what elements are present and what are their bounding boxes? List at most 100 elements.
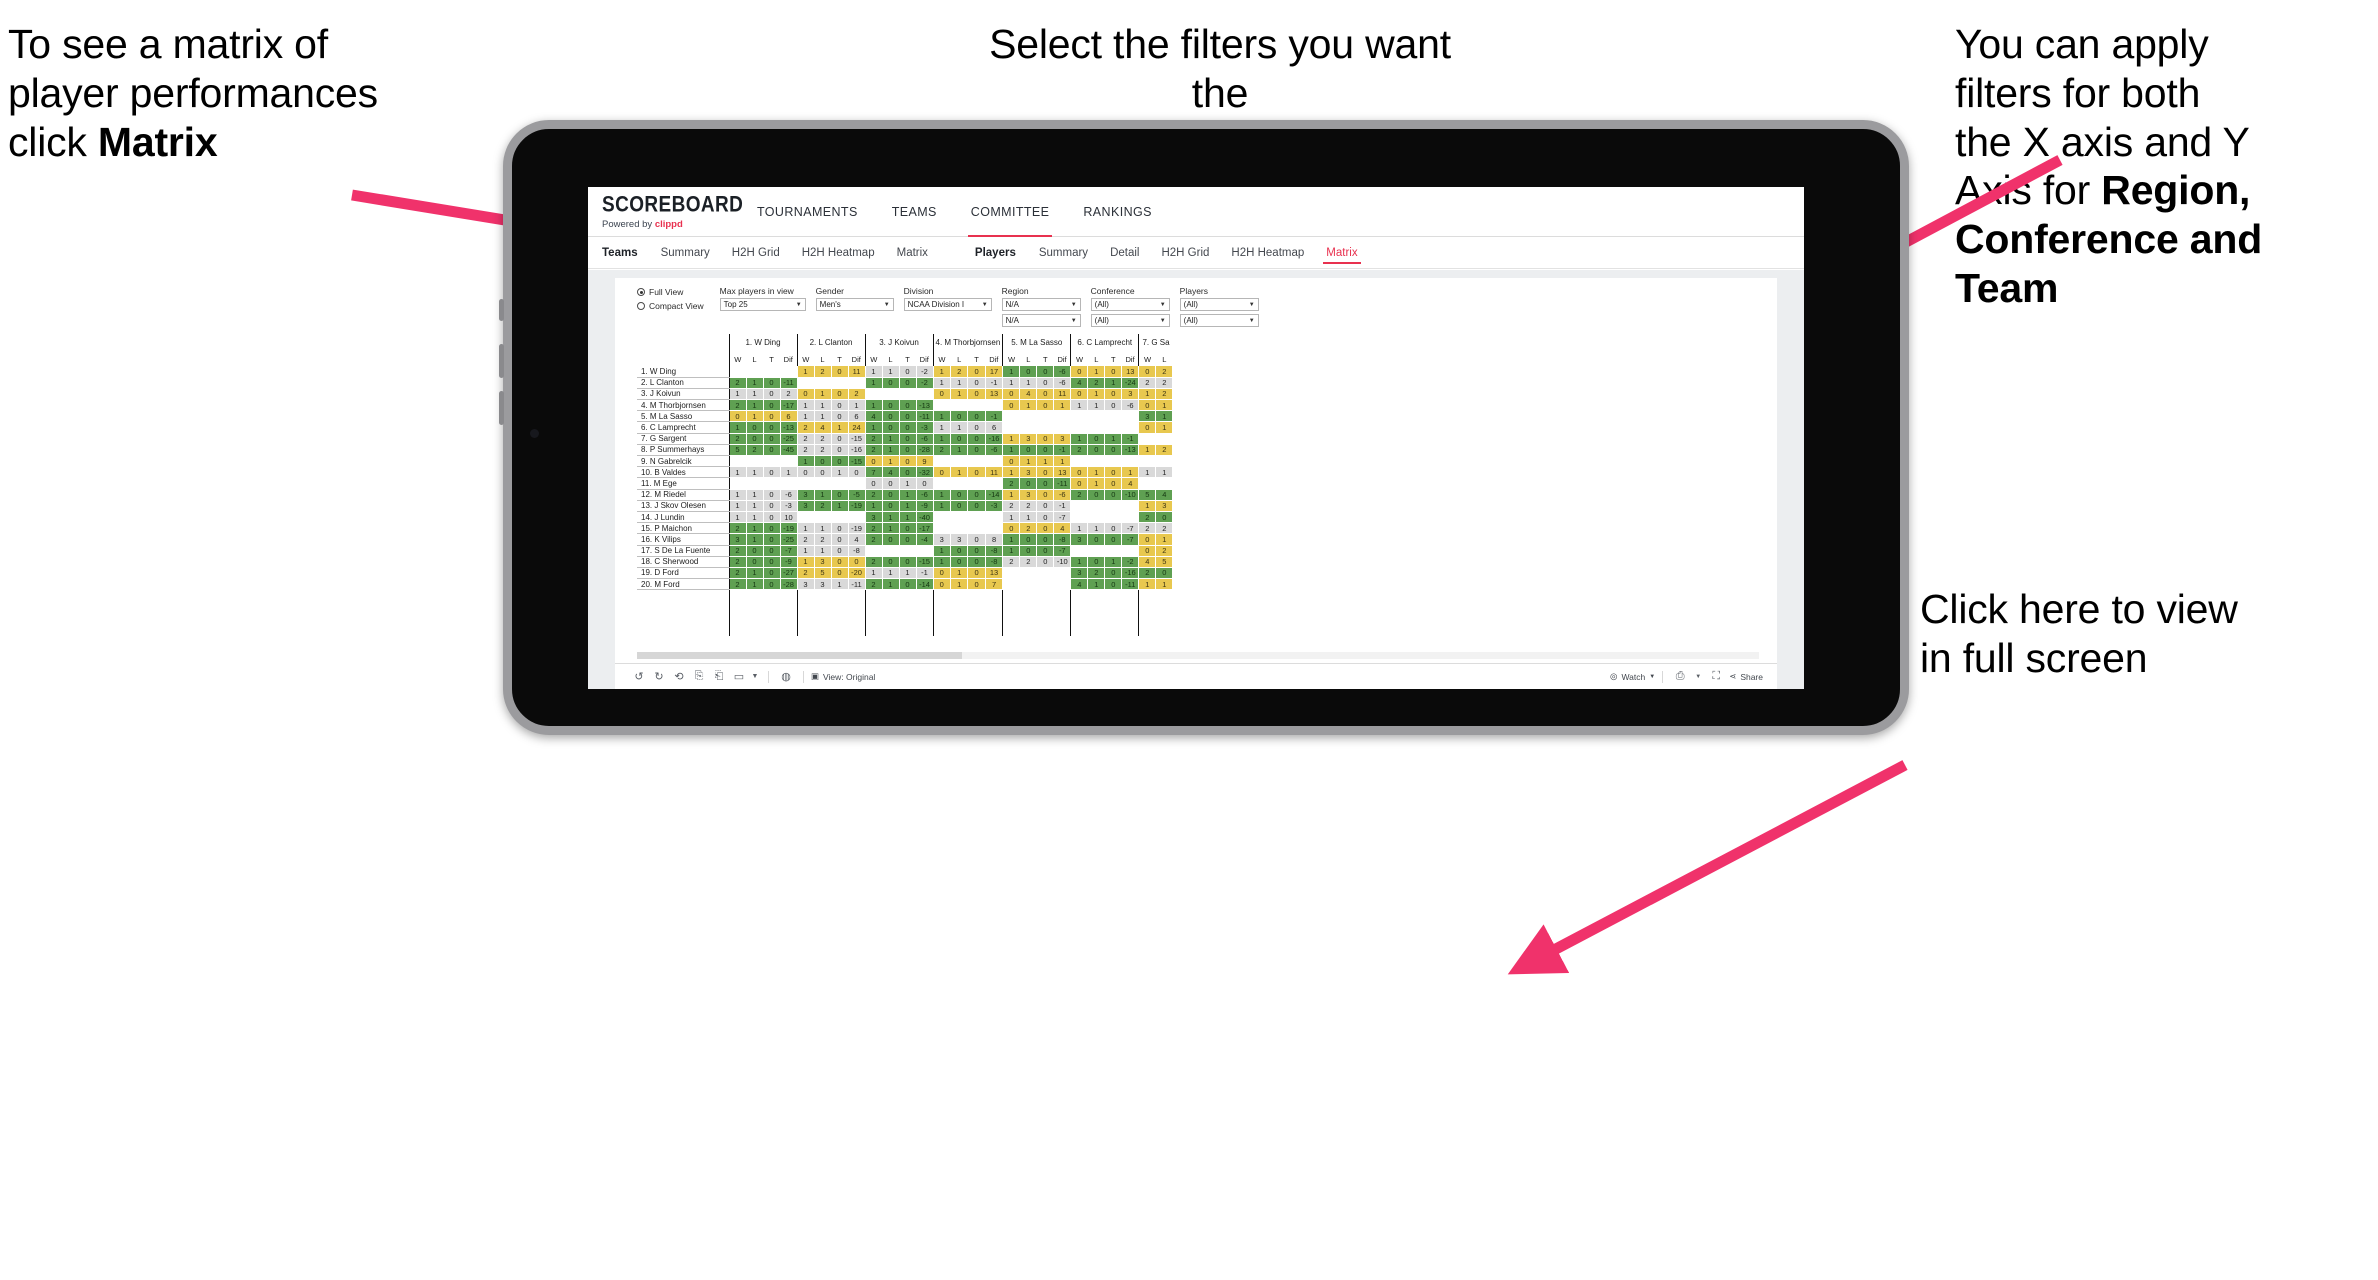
matrix-cell[interactable]: -8: [848, 545, 866, 557]
matrix-cell[interactable]: [950, 477, 969, 490]
matrix-cell[interactable]: 0: [1036, 444, 1055, 457]
matrix-cell[interactable]: 1: [1155, 421, 1174, 434]
matrix-cell[interactable]: 1: [746, 489, 764, 501]
matrix-cell[interactable]: [1104, 410, 1123, 423]
matrix-cell[interactable]: 1: [882, 444, 900, 457]
matrix-cell[interactable]: 2: [932, 444, 951, 457]
matrix-cell[interactable]: 3: [950, 533, 969, 546]
matrix-cell[interactable]: 0: [1070, 366, 1089, 378]
matrix-cell[interactable]: 1: [950, 377, 969, 389]
matrix-cell[interactable]: 0: [831, 567, 849, 580]
matrix-cell[interactable]: 1: [882, 433, 900, 445]
matrix-cell[interactable]: [1070, 511, 1089, 524]
matrix-cell[interactable]: 2: [814, 366, 832, 378]
matrix-cell[interactable]: -6: [1121, 399, 1140, 412]
matrix-cell[interactable]: -2: [916, 366, 934, 378]
matrix-cell[interactable]: [780, 455, 798, 468]
matrix-cell[interactable]: 0: [1070, 477, 1089, 490]
matrix-cell[interactable]: 0: [1036, 489, 1055, 501]
matrix-cell[interactable]: 1: [746, 466, 764, 479]
matrix-cell[interactable]: 0: [1002, 399, 1021, 412]
nav-item-teams[interactable]: TEAMS: [875, 187, 954, 236]
matrix-cell[interactable]: 13: [985, 388, 1004, 401]
matrix-cell[interactable]: 0: [763, 522, 781, 535]
matrix-cell[interactable]: 4: [1070, 377, 1089, 389]
matrix-cell[interactable]: 1: [1087, 522, 1106, 535]
matrix-cell[interactable]: 1: [728, 466, 747, 479]
matrix-cell[interactable]: 0: [1019, 545, 1038, 557]
matrix-cell[interactable]: [1121, 421, 1140, 434]
matrix-cell[interactable]: 1: [882, 455, 900, 468]
matrix-cell[interactable]: 0: [882, 489, 900, 501]
matrix-cell[interactable]: 0: [1104, 522, 1123, 535]
matrix-cell[interactable]: 0: [1138, 421, 1157, 434]
select-division[interactable]: NCAA Division I ▼: [903, 298, 992, 311]
matrix-cell[interactable]: 2: [796, 533, 815, 546]
matrix-cell[interactable]: 0: [1155, 511, 1174, 524]
matrix-cell[interactable]: 1: [746, 377, 764, 389]
matrix-cell[interactable]: 1: [814, 399, 832, 412]
matrix-cell[interactable]: 1: [932, 410, 951, 423]
matrix-cell[interactable]: [932, 511, 951, 524]
matrix-cell[interactable]: 8: [985, 533, 1004, 546]
matrix-cell[interactable]: -25: [780, 533, 798, 546]
matrix-cell[interactable]: 1: [1002, 366, 1021, 378]
matrix-cell[interactable]: 1: [1155, 410, 1174, 423]
matrix-cell[interactable]: 0: [967, 500, 986, 512]
matrix-cell[interactable]: 1: [1053, 455, 1072, 468]
matrix-cell[interactable]: [1155, 455, 1174, 468]
matrix-cell[interactable]: 0: [763, 377, 781, 389]
matrix-cell[interactable]: 0: [967, 489, 986, 501]
matrix-cell[interactable]: 1: [864, 421, 883, 434]
matrix-cell[interactable]: -24: [1121, 377, 1140, 389]
matrix-cell[interactable]: -11: [780, 377, 798, 389]
matrix-cell[interactable]: [864, 545, 883, 557]
matrix-cell[interactable]: 0: [831, 545, 849, 557]
matrix-cell[interactable]: 0: [916, 477, 934, 490]
matrix-cell[interactable]: 0: [899, 455, 917, 468]
matrix-cell[interactable]: -15: [916, 556, 934, 568]
matrix-cell[interactable]: 2: [1155, 377, 1174, 389]
matrix-cell[interactable]: -6: [985, 444, 1004, 457]
matrix-cell[interactable]: [1036, 421, 1055, 434]
matrix-cell[interactable]: 1: [882, 366, 900, 378]
matrix-cell[interactable]: [967, 511, 986, 524]
matrix-cell[interactable]: [950, 455, 969, 468]
matrix-cell[interactable]: 1: [864, 567, 883, 580]
matrix-cell[interactable]: 2: [728, 578, 747, 591]
matrix-cell[interactable]: 1: [1070, 433, 1089, 445]
matrix-cell[interactable]: [985, 522, 1004, 535]
matrix-cell[interactable]: -11: [916, 410, 934, 423]
matrix-cell[interactable]: 0: [1036, 477, 1055, 490]
matrix-cell[interactable]: 1: [1087, 388, 1106, 401]
matrix-cell[interactable]: 3: [796, 500, 815, 512]
matrix-cell[interactable]: 0: [1036, 377, 1055, 389]
matrix-cell[interactable]: 2: [950, 366, 969, 378]
matrix-cell[interactable]: 0: [1019, 477, 1038, 490]
watch-button[interactable]: ◎ Watch ▼: [1610, 671, 1655, 682]
matrix-cell[interactable]: 1: [950, 567, 969, 580]
matrix-cell[interactable]: 3: [1138, 410, 1157, 423]
matrix-cell[interactable]: [831, 477, 849, 490]
matrix-cell[interactable]: 5: [814, 567, 832, 580]
matrix-cell[interactable]: 0: [950, 545, 969, 557]
nav-item-committee[interactable]: COMMITTEE: [954, 187, 1067, 237]
matrix-cell[interactable]: 2: [864, 444, 883, 457]
matrix-cell[interactable]: 0: [899, 522, 917, 535]
matrix-cell[interactable]: [780, 366, 798, 378]
matrix-cell[interactable]: 0: [831, 388, 849, 401]
matrix-cell[interactable]: 4: [864, 410, 883, 423]
matrix-cell[interactable]: 2: [796, 433, 815, 445]
matrix-cell[interactable]: 2: [814, 500, 832, 512]
matrix-cell[interactable]: -1: [1053, 500, 1072, 512]
matrix-cell[interactable]: 4: [1070, 578, 1089, 591]
matrix-cell[interactable]: 0: [950, 500, 969, 512]
matrix-cell[interactable]: -4: [916, 533, 934, 546]
matrix-cell[interactable]: -10: [1121, 489, 1140, 501]
matrix-cell[interactable]: 2: [1019, 500, 1038, 512]
matrix-cell[interactable]: 0: [1104, 366, 1123, 378]
full-screen-icon[interactable]: ⛶: [1706, 670, 1726, 683]
matrix-cell[interactable]: 0: [1087, 533, 1106, 546]
matrix-cell[interactable]: 0: [882, 399, 900, 412]
matrix-cell[interactable]: 0: [899, 410, 917, 423]
